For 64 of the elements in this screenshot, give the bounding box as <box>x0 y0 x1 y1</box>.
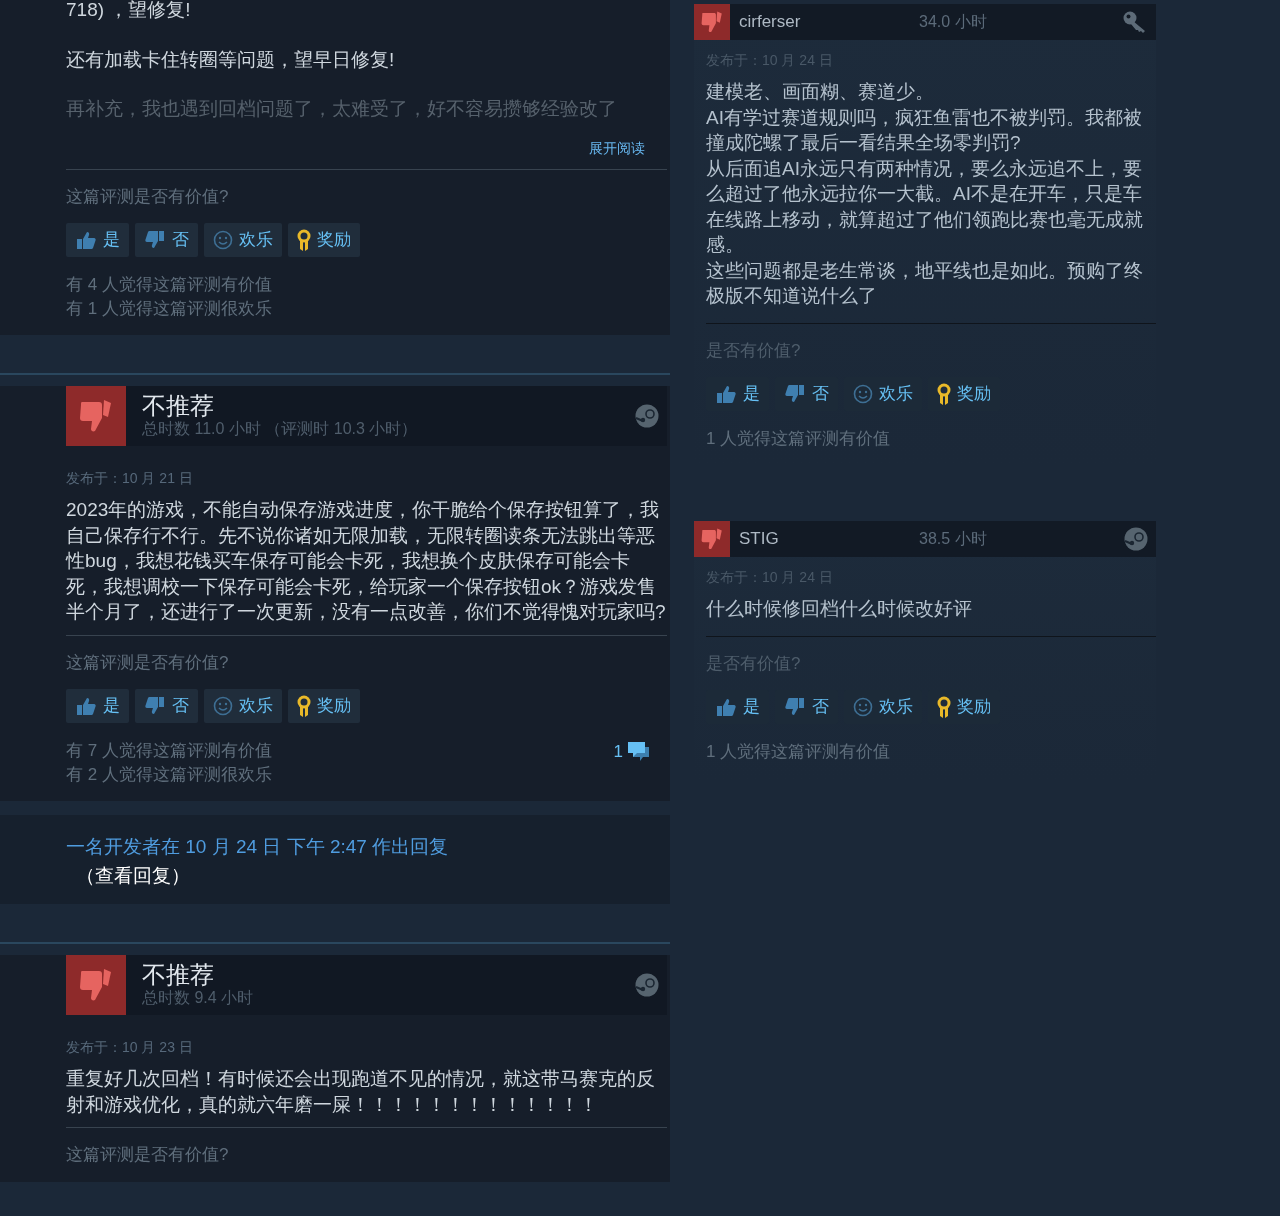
helpful-count: 有 7 人觉得这篇评测有价值 <box>66 740 272 762</box>
playtime-text: 总时数 9.4 小时 <box>142 988 255 1008</box>
review-text: 2023年的游戏，不能自动保存游戏进度，你干脆给个保存按钮算了，我自己保存行不行。先不说你诸如无限加载，无限转圈读条无法跳出等恶性bug，我想花钱买车保存可能会卡死，我想换个皮肤保存可能会卡死，我想调校一下保存可能会卡死，给玩家一个保存按钮ok？游戏发售半个月了，还进行了一次更新，没有一点改善，你们不觉得愧对玩家吗? <box>66 498 667 624</box>
thumbs-down-icon <box>784 384 806 404</box>
review-text: 建模老、画面糊、赛道少。 <box>706 80 935 104</box>
thumbs-down-icon <box>694 4 730 40</box>
award-ribbon-icon <box>297 229 311 251</box>
award-button[interactable]: 奖励 <box>288 689 360 723</box>
helpful-count: 有 4 人觉得这篇评测有价值 <box>66 274 272 296</box>
helpful-question: 这篇评测是否有价值? <box>66 1144 230 1166</box>
smiley-icon <box>853 697 873 717</box>
helpful-count: 1 人觉得这篇评测有价值 <box>706 428 892 450</box>
award-ribbon-icon <box>937 696 951 718</box>
read-more-link[interactable]: 展开阅读 <box>589 137 667 159</box>
award-button[interactable]: 奖励 <box>288 223 360 257</box>
review-text: 再补充，我也遇到回档问题了，太难受了，好不容易攒够经验改了 <box>66 97 618 121</box>
yes-button[interactable]: 是 <box>66 223 129 257</box>
comment-count[interactable]: 1 <box>613 739 651 765</box>
helpful-question: 这篇评测是否有价值? <box>66 185 230 208</box>
author-name[interactable]: cirferser <box>739 9 919 35</box>
review-text: AI有学过赛道规则吗，疯狂鱼雷也不被判罚。我都被撞成陀螺了最后一看结果全场零判罚? <box>706 105 1143 155</box>
playtime-text: 38.5 小时 <box>919 529 988 549</box>
helpful-question: 这篇评测是否有价值? <box>66 651 230 674</box>
review-text: 718) ，望修复! <box>66 0 192 22</box>
playtime-text: 34.0 小时 <box>919 12 988 32</box>
funny-button[interactable]: 欢乐 <box>204 223 282 257</box>
posted-date: 发布于：10 月 21 日 <box>66 469 194 488</box>
review-text: 什么时候修回档什么时候改好评 <box>706 597 973 621</box>
yes-button[interactable]: 是 <box>66 689 129 723</box>
thumbs-down-icon <box>144 696 166 716</box>
recommendation-title: 不推荐 <box>142 962 215 988</box>
thumbs-down-icon <box>144 230 166 250</box>
thumbs-down-icon <box>66 955 126 1015</box>
helpful-count: 有 2 人觉得这篇评测很欢乐 <box>66 764 272 786</box>
developer-reply-text: 一名开发者在 10 月 24 日 下午 2:47 作出回复 <box>66 835 450 859</box>
recommendation-title: 不推荐 <box>142 393 215 419</box>
helpful-count: 1 人觉得这篇评测有价值 <box>706 741 892 763</box>
steam-logo-icon <box>635 973 659 997</box>
no-button[interactable]: 否 <box>135 223 198 257</box>
review-text: 从后面追AI永远只有两种情况，要么永远追不上，要么超过了他永远拉你一大截。AI不是在开车，只是车在线路上移动，就算超过了他们领跑比赛也毫无成就感。 <box>706 156 1144 257</box>
funny-button[interactable]: 欢乐 <box>204 689 282 723</box>
review-text: 重复好几次回档！有时候还会出现跑道不见的情况，就这带马赛克的反射和游戏优化，真的就六年磨一屎！！！！！！！！！！！！！ <box>66 1067 656 1117</box>
thumbs-up-icon <box>75 696 97 716</box>
no-button[interactable]: 否 <box>135 689 198 723</box>
thumbs-up-icon <box>715 384 737 404</box>
posted-date: 发布于：10 月 23 日 <box>66 1038 194 1057</box>
review-text: 这些问题都是老生常谈，地平线也是如此。预购了终极版不知道说什么了 <box>706 258 1144 308</box>
smiley-icon <box>213 696 233 716</box>
playtime-text: 总时数 11.0 小时 （评测时 10.3 小时） <box>142 419 419 439</box>
smiley-icon <box>213 230 233 250</box>
speech-bubble-icon <box>627 740 651 763</box>
thumbs-down-icon <box>694 521 730 557</box>
thumbs-up-icon <box>715 697 737 717</box>
award-ribbon-icon <box>297 695 311 717</box>
steam-logo-icon <box>635 404 659 428</box>
thumbs-down-icon <box>784 697 806 717</box>
view-reply-link[interactable]: （查看回复） <box>76 864 190 886</box>
smiley-icon <box>853 384 873 404</box>
helpful-count: 有 1 人觉得这篇评测很欢乐 <box>66 298 272 320</box>
thumbs-down-icon <box>66 386 126 446</box>
author-name[interactable]: STIG <box>739 526 919 552</box>
thumbs-up-icon <box>75 230 97 250</box>
award-ribbon-icon <box>937 383 951 405</box>
review-text: 还有加载卡住转圈等问题，望早日修复! <box>66 47 396 72</box>
